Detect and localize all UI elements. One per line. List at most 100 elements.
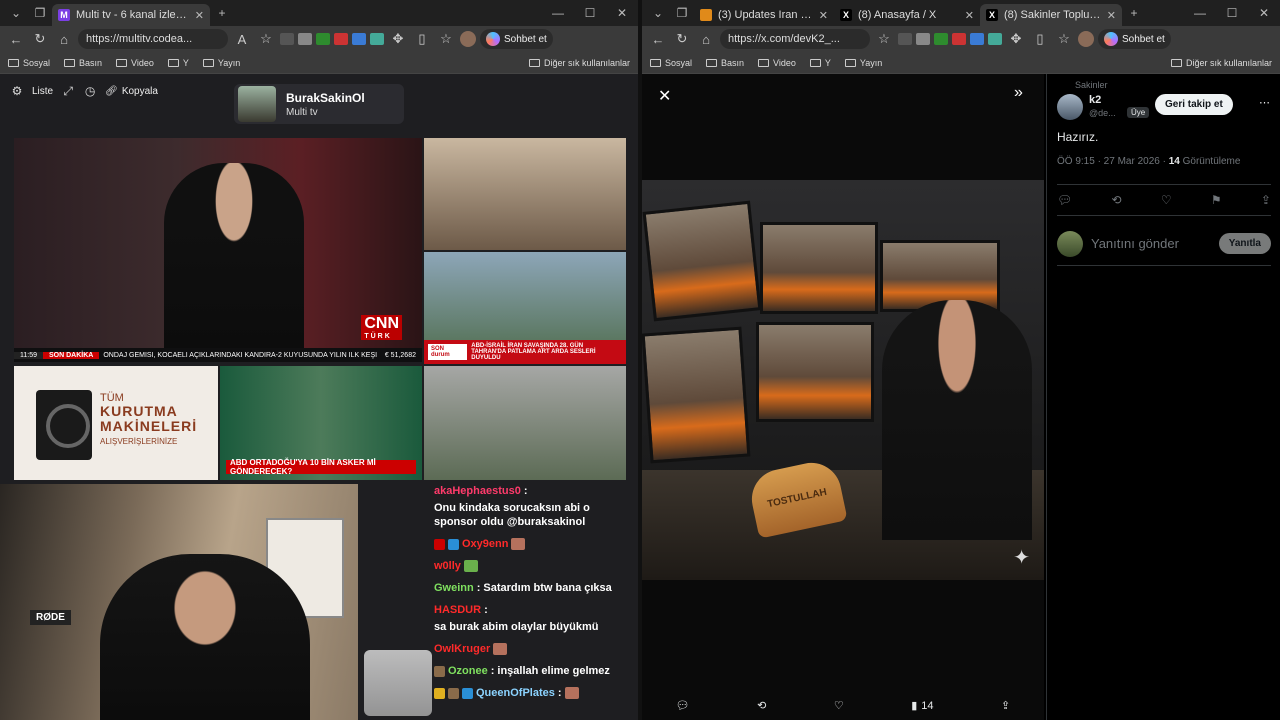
- back-icon[interactable]: ←: [648, 32, 668, 47]
- fullscreen-icon[interactable]: ⤢: [61, 84, 75, 98]
- maximize-icon[interactable]: ☐: [1216, 6, 1248, 20]
- workspaces-icon[interactable]: ❐: [670, 2, 694, 24]
- stream-tile-city-cams[interactable]: [424, 366, 626, 480]
- share-icon[interactable]: ⇪: [1001, 699, 1010, 712]
- close-window-icon[interactable]: ✕: [606, 6, 638, 20]
- tab-actions-icon[interactable]: ⌄: [646, 2, 670, 24]
- home-icon[interactable]: ⌂: [696, 32, 716, 47]
- collections-icon[interactable]: ☆: [1054, 31, 1074, 47]
- list-button[interactable]: Liste: [32, 86, 53, 97]
- chat-username[interactable]: Oxy9enn: [462, 537, 508, 551]
- back-icon[interactable]: ←: [6, 32, 26, 47]
- chat-username[interactable]: Gweinn: [434, 581, 474, 595]
- bookmark-folder[interactable]: Basın: [64, 58, 102, 68]
- bookmark-icon[interactable]: ⚑: [1211, 193, 1222, 207]
- stream-tile-sondurum[interactable]: SON durum ABD-İSRAİL İRAN SAVAŞINDA 28. …: [424, 252, 626, 364]
- reply-icon[interactable]: 💬︎: [676, 699, 690, 712]
- refresh-icon[interactable]: ↻: [672, 31, 692, 47]
- extension-icon[interactable]: [916, 33, 930, 45]
- close-tab-icon[interactable]: ✕: [1107, 9, 1116, 22]
- extension-icon[interactable]: [988, 33, 1002, 45]
- extensions-puzzle-icon[interactable]: ✥: [388, 31, 408, 47]
- chat-username[interactable]: w0lly: [434, 559, 461, 573]
- more-options-icon[interactable]: ⋯: [1259, 96, 1270, 109]
- close-tab-icon[interactable]: ✕: [819, 9, 828, 22]
- post-photo[interactable]: TOSTULLAH ✦: [642, 180, 1044, 580]
- new-tab-icon[interactable]: +: [1122, 2, 1146, 24]
- read-aloud-icon[interactable]: A: [232, 32, 252, 47]
- chat-username[interactable]: Ozonee: [448, 664, 488, 678]
- extension-icon[interactable]: [352, 33, 366, 45]
- share-icon[interactable]: ⇪: [1261, 193, 1271, 207]
- settings-gear-icon[interactable]: ⚙: [10, 84, 24, 98]
- close-tab-icon[interactable]: ✕: [965, 9, 974, 22]
- author-name[interactable]: k2: [1089, 94, 1101, 106]
- stream-tile-show[interactable]: [424, 138, 626, 250]
- other-favorites[interactable]: Diğer sık kullanılanlar: [528, 58, 630, 68]
- author-handle[interactable]: @de...: [1089, 108, 1116, 118]
- close-icon[interactable]: ✕: [658, 86, 671, 106]
- bookmark-folder[interactable]: Basın: [706, 58, 744, 68]
- bookmark-folder[interactable]: Video: [758, 58, 796, 68]
- home-icon[interactable]: ⌂: [54, 32, 74, 47]
- bookmark-folder[interactable]: Y: [167, 58, 189, 68]
- extension-icon[interactable]: [280, 33, 294, 45]
- split-screen-icon[interactable]: ▯: [1030, 31, 1050, 47]
- views-button[interactable]: ▮ 14: [911, 699, 933, 713]
- minimize-icon[interactable]: —: [1184, 6, 1216, 20]
- extension-icon[interactable]: [316, 33, 330, 45]
- collections-icon[interactable]: ☆: [436, 31, 456, 47]
- minimize-icon[interactable]: —: [542, 6, 574, 20]
- chat-username[interactable]: QueenOfPlates: [476, 686, 555, 700]
- bookmark-folder[interactable]: Sosyal: [650, 58, 692, 68]
- channel-card[interactable]: BurakSakinOl Multi tv: [234, 84, 404, 124]
- extension-icon[interactable]: [898, 33, 912, 45]
- bookmark-folder[interactable]: Sosyal: [8, 58, 50, 68]
- copilot-chat-button[interactable]: Sohbet et: [1098, 29, 1171, 49]
- post-timestamp[interactable]: ÖÖ 9:15 · 27 Mar 2026 ·: [1057, 156, 1166, 167]
- tab-x-home[interactable]: X (8) Anasayfa / X ✕: [834, 4, 980, 26]
- extension-icon[interactable]: [334, 33, 348, 45]
- like-icon[interactable]: ♡: [834, 699, 844, 712]
- profile-avatar[interactable]: [1078, 31, 1094, 47]
- chat-username[interactable]: akaHephaestus0: [434, 484, 521, 498]
- chat-username[interactable]: HASDUR: [434, 603, 481, 617]
- tab-iran-updates[interactable]: (3) Updates Iran war live: Trump ✕: [694, 4, 834, 26]
- new-tab-icon[interactable]: +: [210, 2, 234, 24]
- close-tab-icon[interactable]: ✕: [195, 9, 204, 22]
- bookmark-folder[interactable]: Yayın: [202, 58, 240, 68]
- like-icon[interactable]: ♡: [1161, 193, 1172, 207]
- collapse-panel-icon[interactable]: »: [1014, 84, 1023, 102]
- extension-icon[interactable]: [952, 33, 966, 45]
- split-screen-icon[interactable]: ▯: [412, 31, 432, 47]
- bookmark-folder[interactable]: Y: [809, 58, 831, 68]
- tab-x-community[interactable]: X (8) Sakinler Topluluk / X ✕: [980, 4, 1122, 26]
- timer-icon[interactable]: ◷: [83, 84, 97, 98]
- copy-button[interactable]: 🔗︎ Kopyala: [105, 86, 158, 97]
- follow-back-button[interactable]: Geri takip et: [1155, 94, 1233, 115]
- stream-tile-news[interactable]: ABD ORTADOĞU'YA 10 BİN ASKER Mİ GÖNDEREC…: [220, 366, 422, 480]
- chat-username[interactable]: OwlKruger: [434, 642, 490, 656]
- extension-icon[interactable]: [298, 33, 312, 45]
- refresh-icon[interactable]: ↻: [30, 31, 50, 47]
- copilot-chat-button[interactable]: Sohbet et: [480, 29, 553, 49]
- extension-icon[interactable]: [370, 33, 384, 45]
- author-avatar[interactable]: [1057, 94, 1083, 120]
- workspaces-icon[interactable]: ❐: [28, 2, 52, 24]
- extensions-puzzle-icon[interactable]: ✥: [1006, 31, 1026, 47]
- stream-tile-ad[interactable]: TÜM KURUTMA MAKİNELERİ ALIŞVERİŞLERİNİZE: [14, 366, 218, 480]
- community-name[interactable]: Sakinler: [1075, 80, 1108, 90]
- extension-icon[interactable]: [970, 33, 984, 45]
- tab-actions-icon[interactable]: ⌄: [4, 2, 28, 24]
- repost-icon[interactable]: ⟲: [757, 699, 766, 712]
- tab-multitv[interactable]: M Multi tv - 6 kanal izleniyor ✕: [52, 4, 210, 26]
- address-bar[interactable]: https://multitv.codea...: [78, 29, 228, 49]
- maximize-icon[interactable]: ☐: [574, 6, 606, 20]
- extension-icon[interactable]: [934, 33, 948, 45]
- repost-icon[interactable]: ⟲: [1112, 193, 1122, 207]
- favorite-star-icon[interactable]: ☆: [256, 31, 276, 47]
- stream-tile-cnn[interactable]: CNN TÜRK 11:59 SON DAKİKA ONDAJ GEMİSİ, K…: [14, 138, 422, 362]
- reply-button[interactable]: Yanıtla: [1218, 233, 1271, 254]
- bookmark-folder[interactable]: Yayın: [844, 58, 882, 68]
- reply-icon[interactable]: 💬︎: [1057, 193, 1072, 207]
